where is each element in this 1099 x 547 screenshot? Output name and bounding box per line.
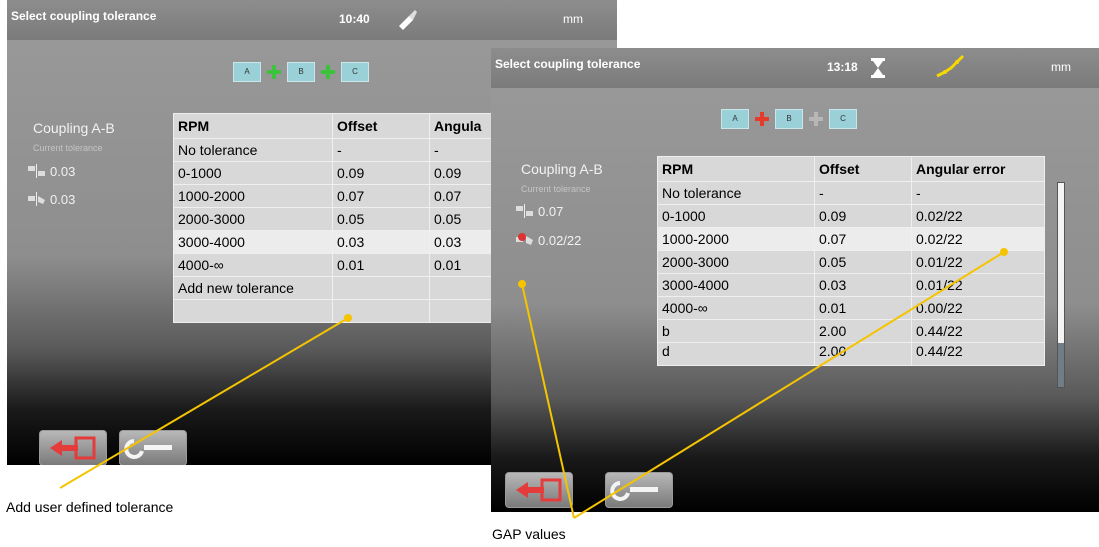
callout-overlay — [59, 248, 1008, 519]
callout-gap-values — [518, 248, 1008, 519]
caption-gap-values: GAP values — [492, 526, 566, 542]
caption-add-user-defined: Add user defined tolerance — [6, 499, 174, 515]
callout-add-tolerance — [59, 314, 352, 489]
